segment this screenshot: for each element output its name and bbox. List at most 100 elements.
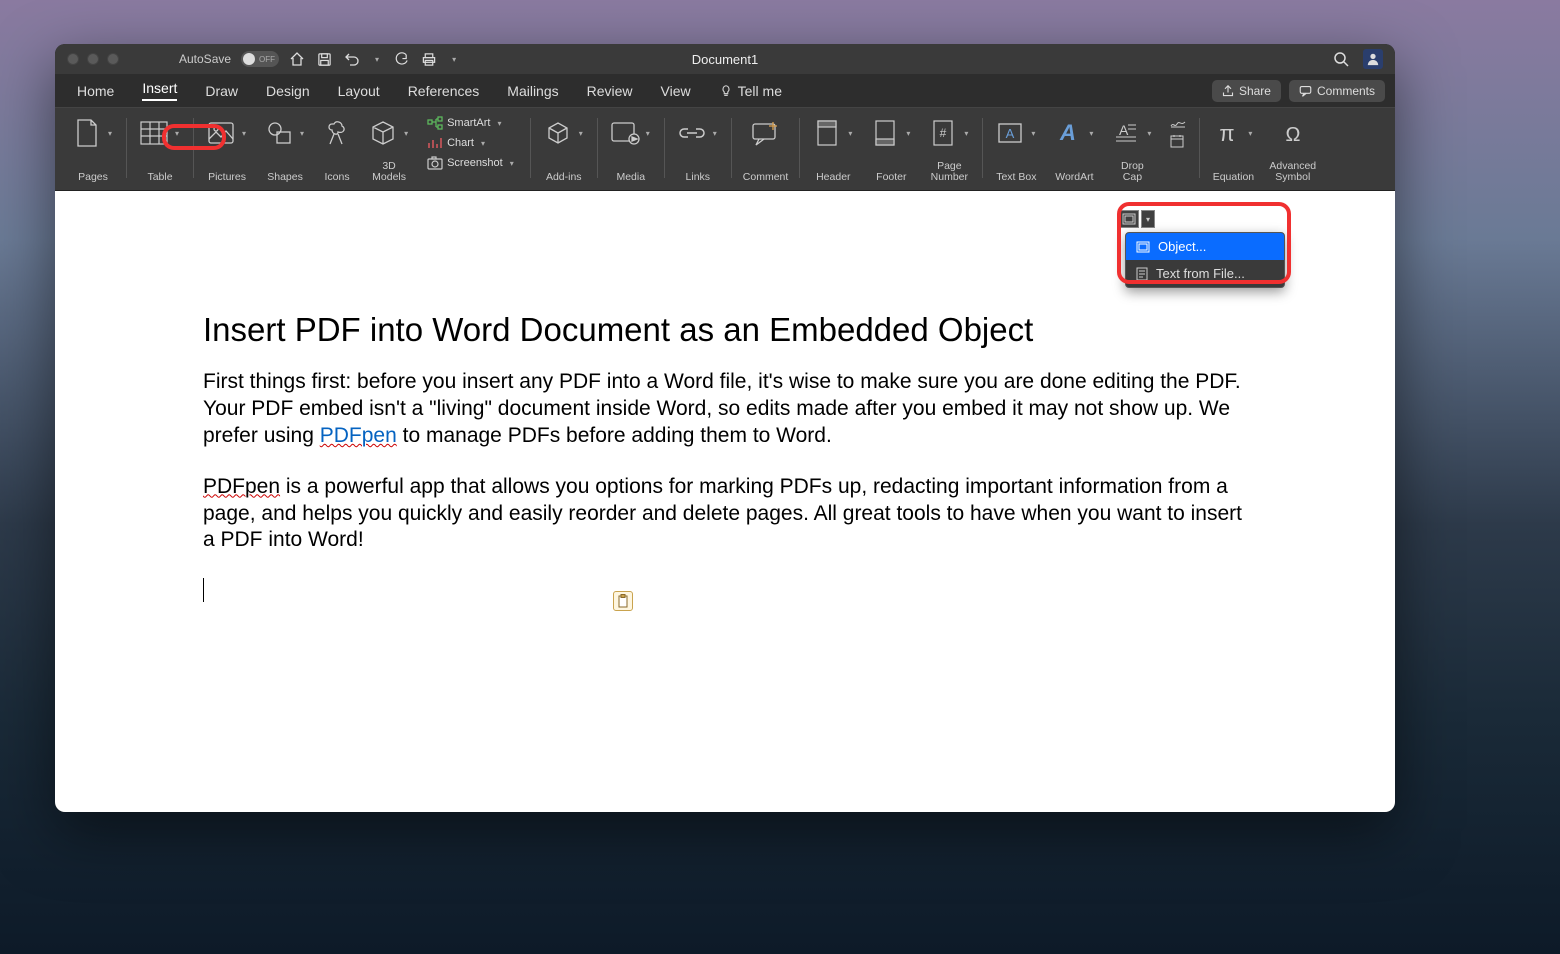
home-icon[interactable] <box>289 51 305 67</box>
tab-insert[interactable]: Insert <box>128 73 191 108</box>
chevron-down-icon[interactable]: ▾ <box>507 159 517 168</box>
chevron-down-icon[interactable]: ▾ <box>1086 129 1096 138</box>
document-title: Document1 <box>692 52 758 67</box>
tab-references[interactable]: References <box>394 76 494 106</box>
chevron-down-icon[interactable]: ▾ <box>105 129 115 138</box>
smartart-button[interactable]: SmartArt ▾ <box>423 114 521 132</box>
maximize-button[interactable] <box>107 53 119 65</box>
comment-icon <box>1299 85 1312 97</box>
chevron-down-icon[interactable]: ▾ <box>1144 129 1154 138</box>
chevron-down-icon[interactable]: ▾ <box>494 119 504 128</box>
equation-button[interactable]: π▾ Equation <box>1205 114 1261 184</box>
tab-home[interactable]: Home <box>63 76 128 106</box>
doc-heading: Insert PDF into Word Document as an Embe… <box>203 311 1247 349</box>
undo-icon[interactable] <box>344 52 360 66</box>
pages-button[interactable]: ▾ Pages <box>65 114 121 184</box>
menu-item-text-from-file[interactable]: Text from File... <box>1126 260 1284 287</box>
doc-paragraph: First things first: before you insert an… <box>203 369 1247 450</box>
object-dropdown-button[interactable]: ▾ <box>1119 210 1155 228</box>
signature-line-button[interactable] <box>1166 114 1190 130</box>
svg-text:#: # <box>940 126 947 140</box>
file-text-icon <box>1136 267 1148 281</box>
chevron-down-icon[interactable]: ▾ <box>903 129 913 138</box>
ribbon-tabs: Home Insert Draw Design Layout Reference… <box>55 74 1395 108</box>
menu-item-object[interactable]: Object... <box>1126 233 1284 260</box>
object-popup-menu: Object... Text from File... <box>1125 232 1285 288</box>
account-icon[interactable] <box>1363 49 1383 69</box>
redo-icon[interactable] <box>394 52 409 67</box>
camera-icon <box>427 156 443 170</box>
wordart-button[interactable]: A▾ WordArt <box>1046 114 1102 184</box>
comments-button[interactable]: Comments <box>1289 80 1385 102</box>
shapes-button[interactable]: ▾ Shapes <box>257 114 313 184</box>
autosave-toggle[interactable]: OFF <box>241 51 279 67</box>
chevron-down-icon[interactable]: ▾ <box>643 129 653 138</box>
chevron-down-icon[interactable]: ▾ <box>172 129 182 138</box>
media-icon <box>609 114 641 152</box>
clipboard-icon <box>617 594 629 608</box>
chevron-down-icon[interactable]: ▾ <box>1245 129 1255 138</box>
paste-options-button[interactable] <box>613 591 633 611</box>
smartart-icon <box>427 116 443 130</box>
screenshot-button[interactable]: Screenshot ▾ <box>423 154 521 172</box>
doc-body[interactable]: First things first: before you insert an… <box>203 369 1247 605</box>
minimize-button[interactable] <box>87 53 99 65</box>
chevron-down-icon[interactable]: ▾ <box>710 129 720 138</box>
textbox-icon: A <box>994 114 1026 152</box>
word-window: AutoSave OFF ▾ ▾ Document1 Home Insert D… <box>55 44 1395 812</box>
chart-button[interactable]: Chart ▾ <box>423 134 521 152</box>
tell-me-search[interactable]: Tell me <box>705 76 796 106</box>
doc-paragraph: PDFpen is a powerful app that allows you… <box>203 474 1247 555</box>
svg-text:A: A <box>1119 122 1129 138</box>
tab-view[interactable]: View <box>647 76 705 106</box>
footer-button[interactable]: ▾ Footer <box>863 114 919 184</box>
chevron-down-icon[interactable]: ▾ <box>401 129 411 138</box>
picture-icon <box>205 114 237 152</box>
share-button[interactable]: Share <box>1212 80 1281 102</box>
addins-button[interactable]: ▾ Add-ins <box>536 114 592 184</box>
media-button[interactable]: ▾ Media <box>603 114 659 184</box>
tab-mailings[interactable]: Mailings <box>493 76 572 106</box>
page-number-button[interactable]: #▾ Page Number <box>921 114 977 184</box>
chevron-down-icon[interactable]: ▾ <box>478 139 488 148</box>
link-icon <box>676 114 708 152</box>
datetime-icon <box>1170 134 1184 148</box>
chevron-down-icon[interactable]: ▾ <box>1028 129 1038 138</box>
page-number-icon: # <box>927 114 959 152</box>
comment-button[interactable]: Comment <box>737 114 795 184</box>
save-icon[interactable] <box>317 52 332 67</box>
svg-text:A: A <box>1006 126 1015 141</box>
date-time-button[interactable] <box>1166 132 1190 150</box>
ribbon: ▾ Pages ▾ Table ▾ Pictures ▾ Shap <box>55 108 1395 191</box>
autosave-label: AutoSave <box>179 52 231 66</box>
print-icon[interactable] <box>421 52 437 67</box>
svg-text:Ω: Ω <box>1285 124 1300 145</box>
qat-dropdown[interactable]: ▾ <box>449 55 459 64</box>
3d-models-button[interactable]: ▾ 3D Models <box>361 114 417 184</box>
text-box-button[interactable]: A▾ Text Box <box>988 114 1044 184</box>
table-icon <box>138 114 170 152</box>
chevron-down-icon[interactable]: ▾ <box>1141 210 1155 228</box>
undo-dropdown[interactable]: ▾ <box>372 55 382 64</box>
search-icon[interactable] <box>1333 51 1349 67</box>
cube-icon <box>367 114 399 152</box>
tab-draw[interactable]: Draw <box>191 76 252 106</box>
chevron-down-icon[interactable]: ▾ <box>297 129 307 138</box>
chevron-down-icon[interactable]: ▾ <box>845 129 855 138</box>
chevron-down-icon[interactable]: ▾ <box>576 129 586 138</box>
tab-design[interactable]: Design <box>252 76 324 106</box>
tab-layout[interactable]: Layout <box>324 76 394 106</box>
drop-cap-button[interactable]: A▾ Drop Cap <box>1104 114 1160 184</box>
link-pdfpen[interactable]: PDFpen <box>320 424 397 447</box>
tab-review[interactable]: Review <box>573 76 647 106</box>
table-button[interactable]: ▾ Table <box>132 114 188 184</box>
pictures-button[interactable]: ▾ Pictures <box>199 114 255 184</box>
close-button[interactable] <box>67 53 79 65</box>
icons-button[interactable]: Icons <box>315 114 359 184</box>
symbol-button[interactable]: Ω Advanced Symbol <box>1263 114 1322 184</box>
links-button[interactable]: ▾ Links <box>670 114 726 184</box>
chevron-down-icon[interactable]: ▾ <box>961 129 971 138</box>
header-icon <box>811 114 843 152</box>
chevron-down-icon[interactable]: ▾ <box>239 129 249 138</box>
header-button[interactable]: ▾ Header <box>805 114 861 184</box>
